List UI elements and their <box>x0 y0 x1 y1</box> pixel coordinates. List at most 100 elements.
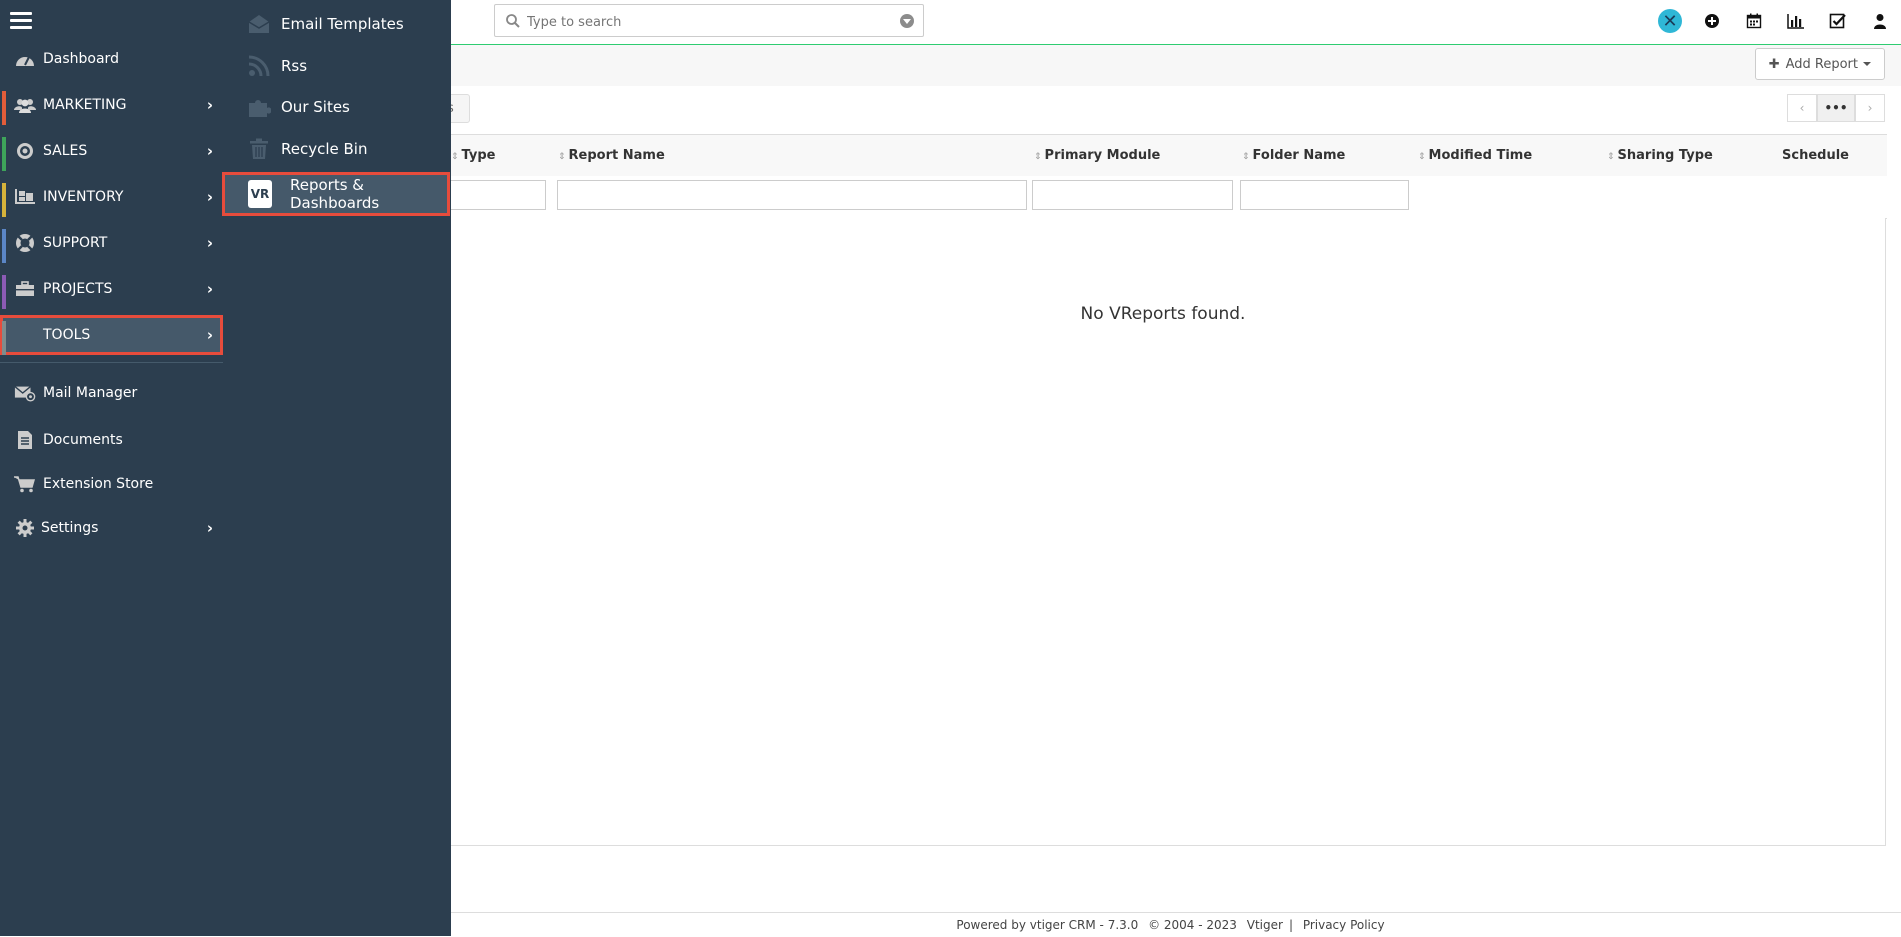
column-header-label: Sharing Type <box>1617 148 1713 163</box>
footer: Powered by vtiger CRM - 7.3.0 © 2004 - 2… <box>440 912 1901 937</box>
filter-primary-module-select[interactable] <box>1032 180 1233 210</box>
users-icon <box>14 95 36 115</box>
sidebar-item-mail-manager[interactable]: Mail Manager <box>0 373 223 413</box>
chevron-right-icon: › <box>206 326 213 344</box>
plus-icon: ✚ <box>1768 56 1780 72</box>
vr-badge-text: VR <box>248 180 272 208</box>
sidebar-item-label: MARKETING <box>43 97 127 113</box>
copyright-text: © 2004 - 2023 <box>1148 918 1237 932</box>
column-header-label: Folder Name <box>1252 148 1346 163</box>
privacy-policy-link[interactable]: Privacy Policy <box>1303 918 1385 932</box>
chevron-right-icon: › <box>206 142 213 160</box>
vtiger-logo-icon[interactable]: ✕ <box>1649 8 1691 34</box>
column-header-sharing-type[interactable]: ⇕ Sharing Type <box>1607 135 1713 176</box>
quick-create-icon[interactable] <box>1691 8 1733 34</box>
filter-type-select[interactable] <box>448 180 546 210</box>
tools-submenu: Email Templates Rss Our Sites Recycle Bi… <box>222 0 451 936</box>
column-header-type[interactable]: ⇕ Type <box>451 135 495 176</box>
chevron-right-icon: › <box>206 96 213 114</box>
pagination: ‹ ••• › <box>1787 94 1885 122</box>
sidebar-item-inventory[interactable]: INVENTORY › <box>0 177 223 217</box>
gear-icon <box>14 518 36 538</box>
sort-icon: ⇕ <box>451 152 459 162</box>
submenu-item-label: Our Sites <box>281 98 350 116</box>
empty-list-message: No VReports found. <box>1080 304 1246 324</box>
column-header-modified-time[interactable]: ⇕ Modified Time <box>1418 135 1532 176</box>
column-header-label: Primary Module <box>1044 148 1161 163</box>
column-header-label: Schedule <box>1782 148 1849 163</box>
submenu-item-reports-dashboards[interactable]: VR Reports & Dashboards <box>222 172 450 216</box>
sidebar-item-extension-store[interactable]: Extension Store <box>0 464 223 504</box>
global-search[interactable] <box>494 4 924 37</box>
sidebar-item-label: Extension Store <box>43 476 154 492</box>
caret-down-icon <box>1863 62 1871 66</box>
submenu-item-email-templates[interactable]: Email Templates <box>223 4 451 44</box>
sidebar-item-label: SALES <box>43 143 88 159</box>
sidebar-item-label: TOOLS <box>43 327 91 343</box>
chevron-right-icon: › <box>206 519 213 537</box>
submenu-item-label: Recycle Bin <box>281 140 368 158</box>
briefcase-icon <box>14 279 36 299</box>
document-icon <box>14 430 36 450</box>
column-header-folder-name[interactable]: ⇕ Folder Name <box>1242 135 1345 176</box>
target-icon <box>14 141 36 161</box>
dashboard-icon <box>14 49 36 69</box>
color-bar <box>2 183 6 217</box>
list-header-row: ⇕ Type ⇕ Report Name ⇕ Primary Module ⇕ Fold… <box>440 134 1887 177</box>
vr-badge-icon: VR <box>248 180 272 208</box>
sidebar-item-label: SUPPORT <box>43 235 108 251</box>
color-bar <box>2 91 6 125</box>
cart-icon <box>14 187 36 207</box>
lifebuoy-icon <box>14 233 36 253</box>
search-options-dropdown-icon[interactable] <box>900 14 914 28</box>
shopping-cart-icon <box>14 474 36 494</box>
submenu-item-recycle-bin[interactable]: Recycle Bin <box>223 129 451 169</box>
submenu-item-our-sites[interactable]: Our Sites <box>223 87 451 127</box>
filter-folder-name-select[interactable] <box>1240 180 1409 210</box>
page-options-button[interactable]: ••• <box>1817 94 1855 122</box>
calendar-icon[interactable] <box>1733 8 1775 34</box>
add-report-button[interactable]: ✚ Add Report <box>1754 48 1885 80</box>
chevron-right-icon: › <box>206 280 213 298</box>
submenu-item-label: Reports & Dashboards <box>290 176 380 212</box>
chevron-right-icon: › <box>206 188 213 206</box>
previous-page-button[interactable]: ‹ <box>1787 94 1817 122</box>
sort-icon: ⇕ <box>1034 152 1042 162</box>
tasks-checkbox-icon[interactable] <box>1817 8 1859 34</box>
color-bar <box>2 321 6 355</box>
color-bar <box>2 229 6 263</box>
submenu-item-label: Rss <box>281 57 308 75</box>
sidebar-item-label: Dashboard <box>43 51 119 67</box>
rss-icon <box>247 54 271 78</box>
list-content: No VReports found. <box>440 218 1886 846</box>
sidebar-item-label: Settings <box>41 520 99 536</box>
sidebar-item-label: PROJECTS <box>43 281 113 297</box>
search-icon <box>506 14 520 28</box>
hamburger-menu-icon[interactable] <box>10 12 32 30</box>
next-page-button[interactable]: › <box>1855 94 1885 122</box>
sidebar-item-documents[interactable]: Documents <box>0 420 223 460</box>
sidebar-item-marketing[interactable]: MARKETING › <box>0 85 223 125</box>
color-bar <box>2 137 6 171</box>
user-profile-icon[interactable] <box>1859 8 1901 34</box>
puzzle-icon <box>247 95 271 119</box>
color-bar <box>2 275 6 309</box>
submenu-item-rss[interactable]: Rss <box>223 46 451 86</box>
mail-at-icon <box>14 383 36 403</box>
sidebar-item-projects[interactable]: PROJECTS › <box>0 269 223 309</box>
column-header-primary-module[interactable]: ⇕ Primary Module <box>1034 135 1160 176</box>
reports-chart-icon[interactable] <box>1775 8 1817 34</box>
sort-icon: ⇕ <box>1418 152 1426 162</box>
search-input[interactable] <box>525 11 889 33</box>
sidebar-item-support[interactable]: SUPPORT › <box>0 223 223 263</box>
sidebar-item-label: Mail Manager <box>43 385 138 401</box>
column-header-report-name[interactable]: ⇕ Report Name <box>558 135 665 176</box>
sort-icon: ⇕ <box>1607 152 1615 162</box>
sidebar-item-sales[interactable]: SALES › <box>0 131 223 171</box>
filter-report-name-input[interactable] <box>557 180 1027 210</box>
sidebar-item-settings[interactable]: Settings › <box>0 508 223 548</box>
sidebar-item-tools[interactable]: TOOLS › <box>0 315 223 355</box>
sidebar-item-dashboard[interactable]: Dashboard <box>0 39 223 79</box>
add-report-label: Add Report <box>1785 56 1858 72</box>
vtiger-link[interactable]: Vtiger <box>1247 918 1283 932</box>
